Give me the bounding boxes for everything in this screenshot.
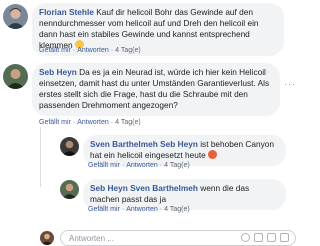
avatar[interactable] [3, 4, 28, 29]
avatar[interactable] [60, 137, 79, 156]
comment-actions: Gefällt mir · Antworten · 4 Tag(e) [39, 119, 141, 126]
comment-time[interactable]: 4 Tag(e) [164, 162, 190, 169]
thread-line [40, 127, 41, 187]
comment-actions: Gefällt mir · Antworten · 4 Tag(e) [88, 162, 190, 169]
reply-toolbar [241, 233, 289, 242]
reply-input[interactable]: Antworten ... [60, 230, 296, 246]
like-link[interactable]: Gefällt mir [39, 47, 71, 54]
comment-author[interactable]: Seb Heyn [90, 183, 128, 193]
sticker-icon[interactable] [280, 233, 289, 242]
current-user-avatar [40, 231, 54, 245]
angry-face-emoji [207, 150, 217, 159]
gif-icon[interactable] [267, 233, 276, 242]
reply-link[interactable]: Antworten [126, 162, 158, 169]
comment-author[interactable]: Seb Heyn [39, 67, 77, 77]
comment-time[interactable]: 4 Tag(e) [115, 119, 141, 126]
comment-author[interactable]: Florian Stehle [39, 7, 94, 17]
comment-time[interactable]: 4 Tag(e) [164, 206, 190, 213]
avatar-image [40, 231, 54, 245]
emoji-icon[interactable] [241, 233, 250, 242]
comment-actions: Gefällt mir · Antworten · 4 Tag(e) [39, 47, 141, 54]
avatar[interactable] [60, 180, 79, 199]
like-link[interactable]: Gefällt mir [88, 162, 120, 169]
avatar[interactable] [3, 64, 28, 89]
avatar-image [60, 180, 79, 199]
comment-time[interactable]: 4 Tag(e) [115, 47, 141, 54]
like-link[interactable]: Gefällt mir [88, 206, 120, 213]
reply-link[interactable]: Antworten [77, 119, 109, 126]
more-options-icon[interactable]: ··· [284, 79, 296, 89]
reply-link[interactable]: Antworten [77, 47, 109, 54]
avatar-image [3, 64, 28, 89]
avatar-image [3, 4, 28, 29]
like-link[interactable]: Gefällt mir [39, 119, 71, 126]
camera-icon[interactable] [254, 233, 263, 242]
reply-link[interactable]: Antworten [126, 206, 158, 213]
avatar-image [60, 137, 79, 156]
comment-author[interactable]: Sven Barthelmeh [90, 139, 158, 149]
comment-mention[interactable]: Sven Barthelmeh [130, 183, 198, 193]
comment-mention[interactable]: Seb Heyn [160, 139, 198, 149]
comment-bubble: Seb Heyn Da es ja ein Neurad ist, würde … [32, 63, 280, 116]
comment-actions: Gefällt mir · Antworten · 4 Tag(e) [88, 206, 190, 213]
reply-placeholder: Antworten ... [69, 234, 114, 243]
